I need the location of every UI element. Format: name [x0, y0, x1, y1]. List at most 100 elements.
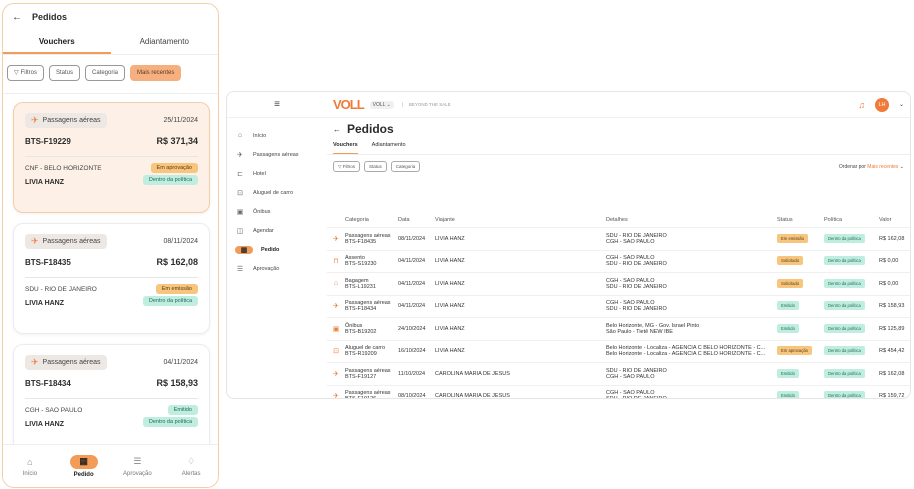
status-badge: Solicitado — [777, 256, 804, 266]
cell-data: 24/10/2024 — [395, 317, 432, 340]
cell-status: Solicitado — [774, 249, 821, 273]
nav-alertas[interactable]: ♢ Alertas — [164, 445, 218, 487]
divider — [25, 277, 198, 278]
home-icon: ⌂ — [237, 132, 243, 139]
home-icon: ⌂ — [27, 456, 33, 467]
sidebar-item-inicio[interactable]: ⌂ Início — [227, 126, 325, 145]
sidebar-item-label: Ônibus — [253, 208, 271, 215]
back-arrow-icon[interactable]: ← — [12, 12, 24, 23]
sort-control[interactable]: Ordenar por Mais recentes ⌄ — [839, 164, 910, 170]
voucher-list: ✈ Passagens aéreas 25/11/2024 BTS-F19229 … — [3, 102, 218, 445]
hamburger-icon[interactable]: ≡ — [227, 99, 327, 110]
bus-icon: ▣ — [327, 317, 342, 340]
status-filter[interactable]: Status — [363, 161, 387, 172]
cell-categoria: Passagens aéreas BTS-F18434 — [342, 294, 395, 318]
chevron-down-icon[interactable]: ⌄ — [899, 101, 904, 108]
table-row[interactable]: ⊡ Aluguel de carro BTS-R19209 16/10/2024 LIV… — [327, 339, 910, 363]
col-data: Data — [398, 217, 410, 223]
order-code: BTS-R19209 — [345, 351, 377, 358]
voucher-date: 08/11/2024 — [163, 238, 198, 245]
cell-data: 08/11/2024 — [395, 227, 432, 250]
order-code: BTS-S19230 — [345, 261, 377, 268]
sidebar-item-pedido[interactable]: ▦ Pedido — [227, 240, 325, 259]
detail-line: CGH - SAO PAULO — [606, 238, 655, 245]
cell-data: 11/10/2024 — [395, 362, 432, 385]
divider — [25, 156, 198, 157]
filter-button[interactable]: ▽ Filtros — [7, 65, 44, 81]
voucher-card[interactable]: ✈ Passagens aéreas 25/11/2024 BTS-F19229 … — [13, 102, 210, 213]
table-row[interactable]: ⌂ Bagagem BTS-L19231 04/11/2024 LIVIA HANZ CG… — [327, 272, 910, 295]
cell-viajante: LIVIA HANZ — [432, 317, 603, 340]
plane-icon: ✈ — [327, 294, 342, 318]
luggage-icon: ⌂ — [327, 272, 342, 295]
nav-aprovacao[interactable]: ☰ Aprovação — [111, 445, 165, 487]
sidebar-item-agendar[interactable]: ◫ Agendar — [227, 221, 325, 240]
cell-detalhes: CGH - SAO PAULOSDU - RIO DE JANEIRO — [603, 272, 774, 295]
sidebar-item-onibus[interactable]: ▣ Ônibus — [227, 202, 325, 221]
tab-vouchers[interactable]: Vouchers — [333, 142, 358, 154]
voucher-card[interactable]: ✈ Passagens aéreas 04/11/2024 BTS-F18434 … — [13, 344, 210, 445]
plane-icon: ✈ — [31, 115, 39, 125]
sort-recent-button[interactable]: Mais recentes — [130, 65, 182, 81]
status-badge: Solicitado — [777, 278, 804, 288]
table-row[interactable]: ✈Passagens aéreasBTS-F1912608/10/2024CAR… — [327, 384, 910, 398]
table-row[interactable]: ✈ Passagens aéreas BTS-F18434 04/11/2024 LIV… — [327, 294, 910, 318]
table-row[interactable]: ✈ Passagens aéreas BTS-F18435 08/11/2024 LIV… — [327, 227, 910, 250]
order-code: BTS-B19202 — [345, 328, 377, 335]
car-icon: ⊡ — [327, 339, 342, 363]
cell-valor: R$ 454,42 — [876, 339, 910, 363]
nav-pedido[interactable]: ▦ Pedido — [57, 445, 111, 487]
table-row[interactable]: ▣ Ônibus BTS-B19202 24/10/2024 LIVIA HANZ Bel… — [327, 317, 910, 340]
table-row[interactable]: ⊓ Assento BTS-S19230 04/11/2024 LIVIA HANZ CG… — [327, 249, 910, 273]
back-arrow-icon[interactable]: ← — [333, 125, 341, 134]
bottom-nav: ⌂ Início ▦ Pedido ☰ Aprovação ♢ Alertas — [3, 444, 218, 487]
avatar[interactable]: LH — [874, 97, 889, 112]
divider — [327, 154, 910, 155]
company-selector[interactable]: VOLL ⌄ — [369, 100, 394, 109]
voucher-code: BTS-F19229 — [25, 136, 71, 146]
detail-line: São Paulo - Tietê NEW IBE — [606, 328, 673, 335]
sidebar-item-passagens[interactable]: ✈ Passagens aéreas — [227, 145, 325, 164]
voucher-value: R$ 158,93 — [156, 378, 198, 388]
detail-line: CGH - SAO PAULO — [606, 373, 655, 380]
cell-politica: Dentro da política — [821, 384, 876, 398]
sidebar-item-carro[interactable]: ⊡ Aluguel de carro — [227, 183, 325, 202]
cell-politica: Dentro da política — [821, 249, 876, 273]
col-categoria: Categoria — [345, 217, 369, 223]
plane-icon: ✈ — [31, 236, 39, 246]
policy-badge: Dentro da política — [824, 391, 865, 398]
category-filter[interactable]: Categoria — [84, 65, 125, 81]
cell-status: Emitido — [774, 384, 821, 398]
filters-row: ▽ Filtros Status Categoria Ordenar por M… — [333, 161, 910, 172]
voucher-card[interactable]: ✈ Passagens aéreas 08/11/2024 BTS-F18435 … — [13, 223, 210, 334]
tab-vouchers[interactable]: Vouchers — [3, 30, 111, 54]
sidebar-item-label: Agendar — [253, 227, 274, 234]
cell-detalhes: SDU - RIO DE JANEIRO CGH - SAO PAULO — [603, 227, 774, 250]
plane-icon: ✈ — [327, 227, 342, 250]
category-filter[interactable]: Categoria — [390, 161, 421, 172]
cell-valor: R$ 0,00 — [876, 249, 910, 273]
cell-categoria: Assento BTS-S19230 — [342, 249, 395, 273]
detail-line: SDU - RIO DE JANEIRO — [606, 306, 667, 313]
filter-button[interactable]: ▽ Filtros — [333, 161, 360, 172]
sidebar-item-label: Pedido — [261, 246, 280, 253]
sidebar-item-aprovacao[interactable]: ☰ Aprovação — [227, 259, 325, 278]
bell-icon[interactable]: ♫ — [858, 100, 865, 110]
tab-adiantamento[interactable]: Adiantamento — [111, 30, 219, 54]
status-badge: Em emissão — [155, 284, 198, 294]
plane-icon: ✈ — [31, 357, 39, 367]
category-name: Passagens aéreas — [345, 367, 391, 374]
sidebar: ⌂ Início ✈ Passagens aéreas ⊏ Hotel ⊡ Alugue… — [227, 118, 325, 398]
category-pill: ✈ Passagens aéreas — [25, 113, 107, 128]
sidebar-item-hotel[interactable]: ⊏ Hotel — [227, 164, 325, 183]
cell-status: Solicitado — [774, 272, 821, 295]
cell-detalhes: CGH - SAO PAULOSDU - RIO DE JANEIRO — [603, 384, 774, 398]
calendar-icon: ◫ — [236, 227, 244, 235]
nav-inicio[interactable]: ⌂ Início — [3, 445, 57, 487]
tab-adiantamento[interactable]: Adiantamento — [372, 142, 406, 154]
cell-categoria: Ônibus BTS-B19202 — [342, 317, 395, 340]
table-row[interactable]: ✈ Passagens aéreas BTS-F19127 11/10/2024 CAR… — [327, 362, 910, 385]
status-filter[interactable]: Status — [48, 65, 80, 81]
filter-label: Filtros — [342, 164, 355, 169]
cell-politica: Dentro da política — [821, 227, 876, 250]
